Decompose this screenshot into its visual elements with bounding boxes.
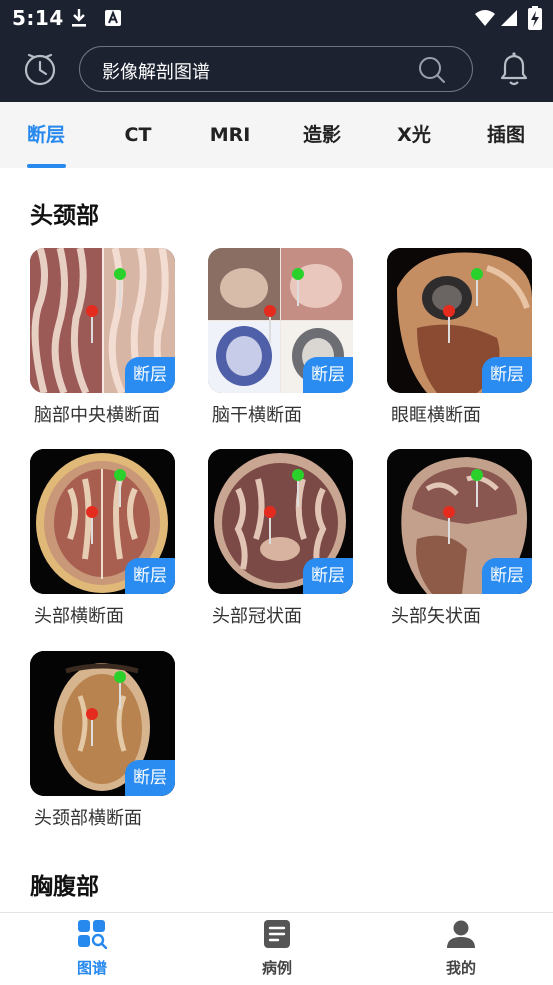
atlas-card-head-neck-axial[interactable]: 断层 头颈部横断面 — [30, 651, 175, 830]
tab-zaoying[interactable]: 造影 — [282, 102, 362, 168]
atlas-card-head-sagittal[interactable]: 断层 头部矢状面 — [387, 449, 532, 628]
card-caption: 头部横断面 — [34, 606, 124, 627]
nav-atlas[interactable]: 图谱 — [37, 913, 147, 985]
card-thumbnail: 断层 — [208, 248, 353, 393]
card-thumbnail: 断层 — [208, 449, 353, 594]
nav-cases[interactable]: 病例 — [222, 913, 332, 985]
card-thumbnail: 断层 — [387, 449, 532, 594]
category-tabs: 断层 CT MRI 造影 X光 插图 — [0, 102, 553, 168]
bell-icon[interactable] — [496, 50, 532, 88]
case-icon — [264, 920, 290, 948]
status-time: 5:14 — [12, 6, 64, 30]
section-title-head-neck: 头颈部 — [30, 203, 99, 229]
card-caption: 头颈部横断面 — [34, 808, 142, 829]
history-icon[interactable] — [21, 50, 59, 88]
tab-mri[interactable]: MRI — [190, 102, 270, 168]
atlas-card-head-coronal[interactable]: 断层 头部冠状面 — [208, 449, 353, 628]
profile-icon — [447, 920, 475, 948]
search-icon[interactable] — [418, 56, 446, 84]
signal-icon — [501, 10, 517, 26]
tab-illustration[interactable]: 插图 — [466, 102, 546, 168]
bottom-navigation: 图谱 病例 我的 — [0, 912, 553, 985]
active-tab-indicator — [27, 164, 66, 168]
nav-label: 图谱 — [76, 959, 107, 977]
card-thumbnail: 断层 — [30, 248, 175, 393]
wifi-icon — [475, 10, 495, 26]
atlas-card-brainstem[interactable]: 断层 脑干横断面 — [208, 248, 353, 427]
section-type-badge: 断层 — [482, 558, 532, 594]
section-type-badge: 断层 — [125, 357, 175, 393]
section-type-badge: 断层 — [482, 357, 532, 393]
search-placeholder: 影像解剖图谱 — [102, 62, 210, 83]
card-thumbnail: 断层 — [387, 248, 532, 393]
section-type-badge: 断层 — [125, 558, 175, 594]
atlas-card-brain-central[interactable]: 断层 脑部中央横断面 — [30, 248, 175, 427]
app-header: 影像解剖图谱 — [0, 38, 553, 102]
section-title-chest-abdomen: 胸腹部 — [30, 874, 99, 900]
card-caption: 头部冠状面 — [212, 606, 302, 627]
tab-ct[interactable]: CT — [98, 102, 178, 168]
section-type-badge: 断层 — [303, 357, 353, 393]
download-icon — [72, 9, 86, 27]
status-bar: 5:14 — [0, 0, 553, 38]
card-caption: 脑干横断面 — [212, 405, 302, 426]
search-input[interactable]: 影像解剖图谱 — [79, 46, 473, 92]
card-caption: 脑部中央横断面 — [34, 405, 160, 426]
tab-xray[interactable]: X光 — [374, 102, 454, 168]
atlas-card-orbit[interactable]: 断层 眼眶横断面 — [387, 248, 532, 427]
nav-profile[interactable]: 我的 — [406, 913, 516, 985]
card-thumbnail: 断层 — [30, 449, 175, 594]
battery-charging-icon — [528, 6, 542, 30]
card-thumbnail: 断层 — [30, 651, 175, 796]
nav-label: 我的 — [445, 959, 476, 977]
atlas-icon — [78, 920, 107, 949]
section-type-badge: 断层 — [125, 760, 175, 796]
card-caption: 头部矢状面 — [391, 606, 481, 627]
nav-label: 病例 — [261, 959, 292, 977]
tab-duanceng[interactable]: 断层 — [6, 102, 86, 168]
card-caption: 眼眶横断面 — [391, 405, 481, 426]
section-type-badge: 断层 — [303, 558, 353, 594]
atlas-card-head-axial[interactable]: 断层 头部横断面 — [30, 449, 175, 628]
font-notification-icon — [105, 10, 121, 26]
